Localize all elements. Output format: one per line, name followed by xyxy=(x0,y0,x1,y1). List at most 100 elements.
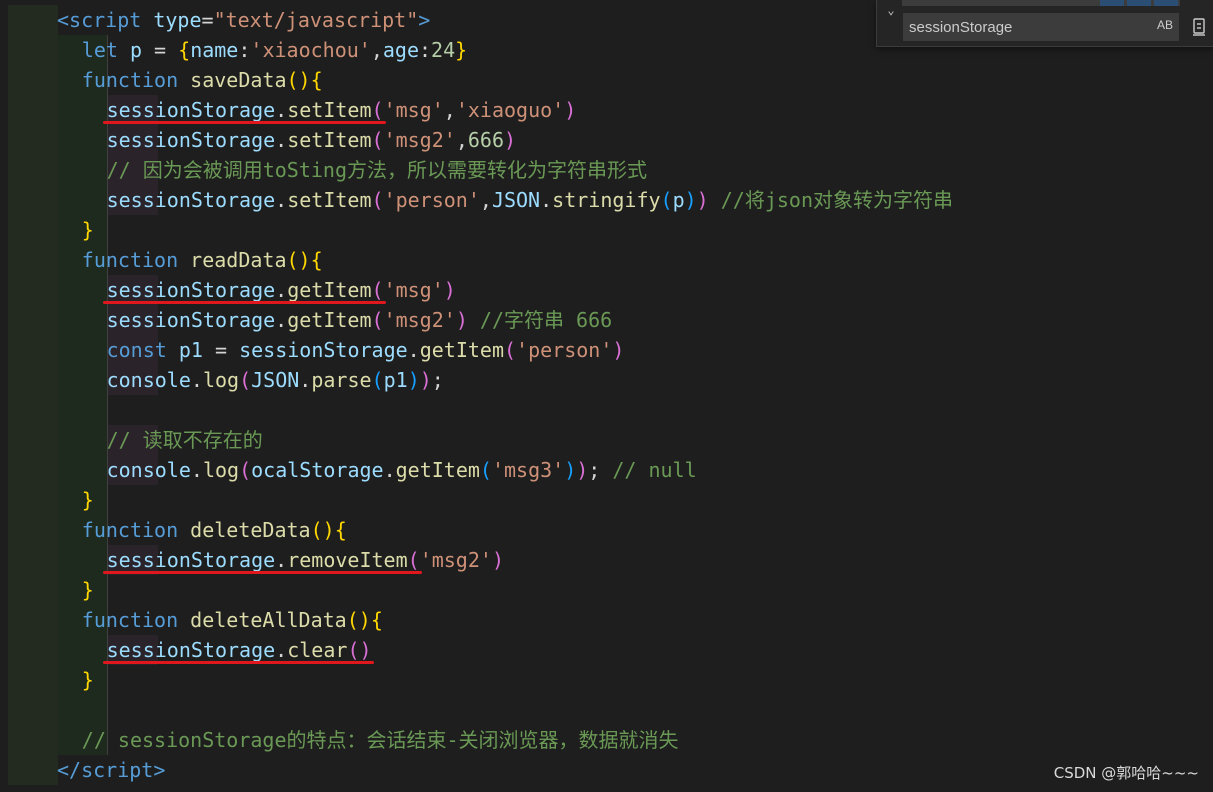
code-token: name xyxy=(190,38,239,62)
match-case-toggle[interactable]: AB xyxy=(1157,18,1173,32)
code-line[interactable]: // sessionStorage的特点：会话结束-关闭浏览器，数据就消失 xyxy=(0,725,1213,755)
code-text: console.log(ocalStorage.getItem('msg3'))… xyxy=(107,455,697,485)
code-token: . xyxy=(275,548,288,572)
code-token: function xyxy=(81,248,179,272)
code-line[interactable] xyxy=(0,395,1213,425)
code-token: . xyxy=(540,188,553,212)
code-line[interactable]: } xyxy=(0,485,1213,515)
code-line[interactable]: console.log(JSON.parse(p1)); xyxy=(0,365,1213,395)
code-token: p xyxy=(129,38,143,62)
code-token: // sessionStorage的特点：会话结束-关闭浏览器，数据就消失 xyxy=(81,728,679,752)
code-token: ) xyxy=(684,188,697,212)
chevron-down-icon[interactable]: ⌄ xyxy=(883,2,899,18)
code-token: sessionStorage xyxy=(106,128,276,152)
code-token: ( xyxy=(371,368,384,392)
code-line[interactable]: } xyxy=(0,665,1213,695)
code-token: ; xyxy=(588,458,601,482)
code-token: } xyxy=(81,668,94,692)
code-line[interactable]: sessionStorage.getItem('msg2') //字符串 666 xyxy=(0,305,1213,335)
code-token: 24 xyxy=(431,38,456,62)
code-token: log xyxy=(202,368,240,392)
code-token: sessionStorage xyxy=(106,98,276,122)
code-token: . xyxy=(299,368,312,392)
code-token: 'msg2' xyxy=(383,308,456,332)
find-input[interactable] xyxy=(903,13,1179,41)
code-line[interactable]: // 因为会被调用toSting方法，所以需要转化为字符串形式 xyxy=(0,155,1213,185)
code-editor[interactable]: <script type="text/javascript"> let p = {… xyxy=(0,0,1213,792)
code-token: sessionStorage xyxy=(106,638,276,662)
code-line[interactable]: function deleteData(){ xyxy=(0,515,1213,545)
code-line[interactable]: // 读取不存在的 xyxy=(0,425,1213,455)
code-token: ( xyxy=(239,458,252,482)
code-token: 'msg' xyxy=(383,98,444,122)
code-token: sessionStorage xyxy=(239,338,408,362)
code-token: stringify xyxy=(552,188,661,212)
code-line[interactable]: function readData(){ xyxy=(0,245,1213,275)
code-token: console xyxy=(106,368,191,392)
code-token: function xyxy=(81,68,179,92)
code-token: , xyxy=(455,128,468,152)
watermark: CSDN @郭哈哈~~~ xyxy=(1053,764,1199,782)
code-token: , xyxy=(443,98,456,122)
code-token: ) xyxy=(503,128,517,152)
code-line[interactable]: const p1 = sessionStorage.getItem('perso… xyxy=(0,335,1213,365)
code-line[interactable]: </script> xyxy=(0,755,1213,785)
code-token: 'xiaoguo' xyxy=(455,98,565,122)
code-token: //字符串 666 xyxy=(479,308,613,332)
code-text: <script type="text/javascript"> xyxy=(57,5,430,35)
code-text: function deleteData(){ xyxy=(82,515,347,545)
code-token: } xyxy=(455,38,468,62)
code-token: () xyxy=(286,68,311,92)
code-token: deleteData xyxy=(190,518,311,542)
code-line[interactable]: sessionStorage.setItem('person',JSON.str… xyxy=(0,185,1213,215)
code-token: getItem xyxy=(395,458,480,482)
code-token: : xyxy=(419,38,432,62)
code-line[interactable]: console.log(ocalStorage.getItem('msg3'))… xyxy=(0,455,1213,485)
code-line[interactable]: } xyxy=(0,215,1213,245)
code-token: ) xyxy=(696,188,709,212)
code-line[interactable]: function deleteAllData(){ xyxy=(0,605,1213,635)
code-token: getItem xyxy=(287,308,372,332)
code-token: removeItem xyxy=(287,548,408,572)
code-text: // 因为会被调用toSting方法，所以需要转化为字符串形式 xyxy=(107,155,647,185)
code-text: sessionStorage.setItem('msg2',666) xyxy=(107,125,516,155)
code-token: script xyxy=(69,8,142,32)
code-token: ) xyxy=(443,278,456,302)
code-token: getItem xyxy=(287,278,372,302)
code-token: () xyxy=(310,518,335,542)
code-token: < xyxy=(57,8,70,32)
code-line[interactable] xyxy=(0,695,1213,725)
code-token: . xyxy=(275,278,288,302)
code-token: parse xyxy=(311,368,372,392)
code-token: . xyxy=(383,458,396,482)
code-token: 666 xyxy=(467,128,504,152)
code-token: ( xyxy=(371,188,384,212)
code-line[interactable]: sessionStorage.setItem('msg2',666) xyxy=(0,125,1213,155)
code-token: ( xyxy=(407,548,420,572)
code-token: ) xyxy=(407,368,420,392)
code-token: ) xyxy=(576,458,589,482)
code-token: . xyxy=(275,98,288,122)
code-token: ; xyxy=(431,368,444,392)
code-line[interactable]: } xyxy=(0,575,1213,605)
code-token: JSON xyxy=(251,368,300,392)
code-token: { xyxy=(370,608,383,632)
code-token: . xyxy=(190,368,203,392)
code-token: : xyxy=(238,38,251,62)
code-token: saveData xyxy=(190,68,287,92)
replace-all-icon[interactable] xyxy=(1190,17,1208,37)
code-text: sessionStorage.getItem('msg2') //字符串 666 xyxy=(107,305,613,335)
code-token: () xyxy=(286,248,311,272)
code-token: age xyxy=(382,38,419,62)
code-line[interactable]: function saveData(){ xyxy=(0,65,1213,95)
code-token: > xyxy=(153,758,166,782)
code-token: JSON xyxy=(491,188,541,212)
code-token: } xyxy=(81,578,94,602)
red-underline xyxy=(102,571,422,574)
code-text: const p1 = sessionStorage.getItem('perso… xyxy=(107,335,625,365)
